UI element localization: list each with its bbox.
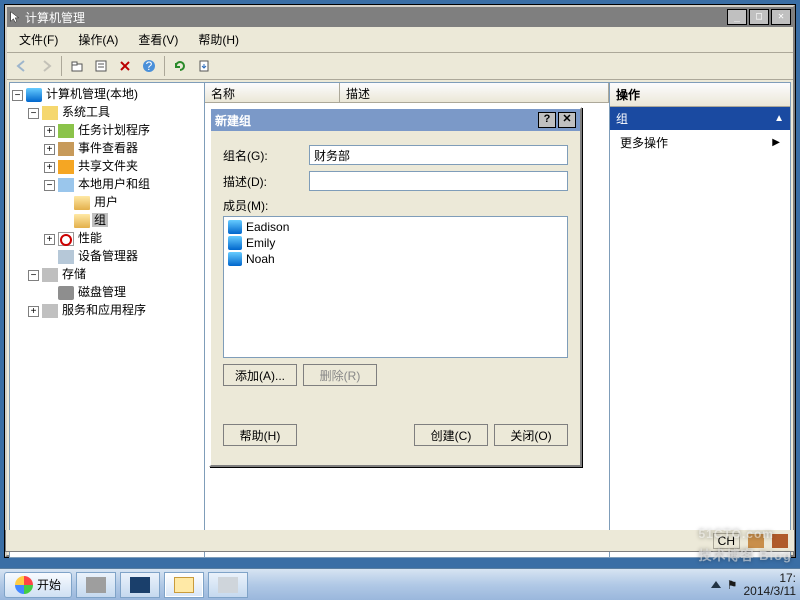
remove-button[interactable]: 删除(R) [303,364,377,386]
tree-perf[interactable]: 性能 [76,231,104,245]
props-button[interactable] [90,55,112,77]
forward-button[interactable] [35,55,57,77]
col-desc[interactable]: 描述 [340,83,609,102]
tools-icon [42,106,58,120]
group-name-input[interactable] [309,145,568,165]
task-powershell[interactable] [120,572,160,598]
description-input[interactable] [309,171,568,191]
ime-icon-2[interactable] [772,534,788,548]
share-icon [58,160,74,174]
tree-diskmgmt[interactable]: 磁盘管理 [76,285,128,299]
up-button[interactable] [66,55,88,77]
ime-icon[interactable] [748,534,764,548]
mgmt-icon [218,577,238,593]
description-label: 描述(D): [223,173,309,190]
event-icon [58,142,74,156]
tree-task[interactable]: 任务计划程序 [76,123,152,137]
menu-view[interactable]: 查看(V) [130,29,186,50]
tree-devmgr[interactable]: 设备管理器 [76,249,140,263]
device-icon [58,250,74,264]
folder-icon [74,214,90,228]
close-button[interactable]: ✕ [771,9,791,25]
folder-icon [74,196,90,210]
tree-systools[interactable]: 系统工具 [60,105,112,119]
users-icon [58,178,74,192]
perf-icon [58,232,74,246]
add-button[interactable]: 添加(A)... [223,364,297,386]
user-icon [228,252,242,266]
close-button[interactable]: 关闭(O) [494,424,568,446]
maximize-button[interactable]: □ [749,9,769,25]
storage-icon [42,268,58,282]
disk-icon [58,286,74,300]
delete-button[interactable] [114,55,136,77]
clock[interactable]: 17: 2014/3/11 [744,572,797,598]
actions-group[interactable]: 组 ▲ [610,107,790,130]
dialog-titlebar[interactable]: 新建组 ? ✕ [211,109,580,131]
task-server-manager[interactable] [76,572,116,598]
toolbar: ? [7,53,793,80]
powershell-icon [130,577,150,593]
computer-icon [26,88,42,102]
dialog-title: 新建组 [215,112,536,129]
server-icon [86,577,106,593]
svg-text:?: ? [146,59,153,73]
tray-flag-icon[interactable]: ⚑ [727,578,738,592]
window-title: 计算机管理 [25,9,727,26]
chevron-right-icon: ▶ [772,137,780,148]
actions-title: 操作 [610,83,790,107]
member-item[interactable]: Emily [226,235,565,251]
tray-expand-icon[interactable] [711,581,721,588]
taskbar[interactable]: 开始 ⚑ 17: 2014/3/11 [0,568,800,600]
start-button[interactable]: 开始 [4,572,72,598]
tree-event[interactable]: 事件查看器 [76,141,140,155]
group-name-label: 组名(G): [223,147,309,164]
cursor-icon [9,10,23,24]
windows-orb-icon [15,576,33,594]
task-icon [58,124,74,138]
create-button[interactable]: 创建(C) [414,424,488,446]
task-explorer[interactable] [164,572,204,598]
tree-share[interactable]: 共享文件夹 [76,159,140,173]
tree-users[interactable]: 用户 [92,195,120,209]
new-group-dialog[interactable]: 新建组 ? ✕ 组名(G): 描述(D): 成员(M): Eadison Emi… [209,107,582,467]
help-button[interactable]: ? [138,55,160,77]
members-label: 成员(M): [223,197,568,214]
user-icon [228,220,242,234]
tree-root[interactable]: 计算机管理(本地) [44,87,140,101]
help-button[interactable]: 帮助(H) [223,424,297,446]
service-icon [42,304,58,318]
refresh-button[interactable] [169,55,191,77]
back-button[interactable] [11,55,33,77]
system-tray[interactable]: ⚑ 17: 2014/3/11 [711,572,796,598]
export-button[interactable] [193,55,215,77]
tree-groups[interactable]: 组 [92,213,108,227]
menu-action[interactable]: 操作(A) [70,29,126,50]
menu-help[interactable]: 帮助(H) [190,29,247,50]
minimize-button[interactable]: _ [727,9,747,25]
member-item[interactable]: Noah [226,251,565,267]
col-name[interactable]: 名称 [205,83,340,102]
titlebar[interactable]: 计算机管理 _ □ ✕ [7,7,793,27]
tree-services[interactable]: 服务和应用程序 [60,303,148,317]
ime-indicator[interactable]: CH [713,533,740,549]
dialog-close-button[interactable]: ✕ [558,112,576,128]
tree-pane[interactable]: −计算机管理(本地) −系统工具 +任务计划程序 +事件查看器 +共享文件夹 −… [10,83,205,557]
nav-tree[interactable]: −计算机管理(本地) −系统工具 +任务计划程序 +事件查看器 +共享文件夹 −… [12,85,202,319]
start-label: 开始 [37,576,61,593]
statusbar: CH [5,530,795,552]
actions-pane: 操作 组 ▲ 更多操作 ▶ [610,83,790,557]
member-item[interactable]: Eadison [226,219,565,235]
members-list[interactable]: Eadison Emily Noah [223,216,568,358]
menubar: 文件(F) 操作(A) 查看(V) 帮助(H) [7,27,793,53]
task-compmgmt[interactable] [208,572,248,598]
menu-file[interactable]: 文件(F) [11,29,66,50]
tree-storage[interactable]: 存储 [60,267,88,281]
collapse-icon: ▲ [774,113,784,124]
explorer-icon [174,577,194,593]
user-icon [228,236,242,250]
tree-localusers[interactable]: 本地用户和组 [76,177,152,191]
dialog-help-button[interactable]: ? [538,112,556,128]
actions-more[interactable]: 更多操作 ▶ [610,130,790,155]
